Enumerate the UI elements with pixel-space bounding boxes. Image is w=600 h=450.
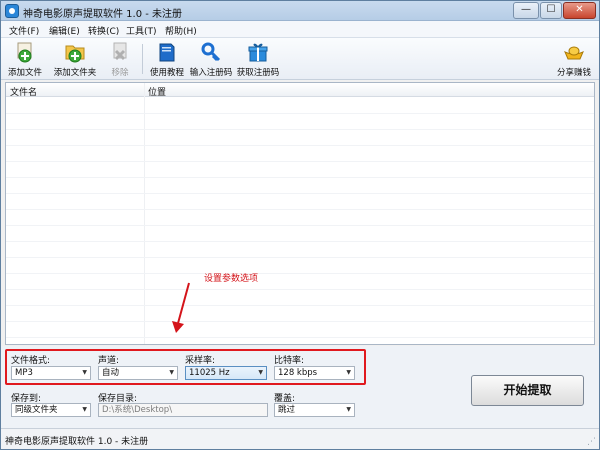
annotation-label: 设置参数选项 (204, 274, 259, 284)
row-divider (6, 321, 594, 322)
close-button[interactable]: ✕ (563, 2, 596, 19)
get-code-label: 获取注册码 (236, 68, 280, 78)
add-folder-icon (65, 45, 85, 63)
row-divider (6, 289, 594, 290)
status-bar: 神奇电影原声提取软件 1.0 - 未注册 ⋰ (1, 428, 599, 449)
add-folder-button[interactable]: 添加文件夹 (51, 41, 99, 78)
add-file-icon (17, 42, 32, 63)
row-divider (6, 177, 594, 178)
bitrate-label: 比特率: (274, 356, 305, 366)
menu-bar: 文件(F) 编辑(E) 转换(C) 工具(T) 帮助(H) (1, 21, 599, 38)
format-value: MP3 (15, 368, 33, 378)
window-title: 神奇电影原声提取软件 1.0 - 未注册 (23, 9, 183, 20)
save-dir-input[interactable]: D:\系统\Desktop\ (98, 403, 268, 417)
samplerate-select[interactable]: 11025 Hz ▼ (185, 366, 267, 380)
tutorial-button[interactable]: 使用教程 (147, 41, 187, 78)
app-logo-icon (5, 4, 19, 18)
get-code-button[interactable]: 获取注册码 (236, 41, 280, 78)
share-earn-label: 分享赚钱 (556, 68, 591, 78)
add-folder-label: 添加文件夹 (53, 68, 97, 78)
add-file-button[interactable]: 添加文件 (6, 41, 44, 78)
save-dir-value: D:\系统\Desktop\ (102, 405, 173, 415)
row-divider (6, 113, 594, 114)
samplerate-value: 11025 Hz (189, 368, 230, 378)
maximize-button[interactable]: ☐ (540, 2, 562, 19)
gold-ingot-icon (564, 46, 584, 60)
chevron-down-icon: ▼ (82, 406, 87, 413)
samplerate-label: 采样率: (185, 356, 216, 366)
chevron-down-icon: ▼ (82, 369, 87, 376)
column-filename[interactable]: 文件名 (10, 85, 37, 98)
menu-tools[interactable]: 工具(T) (126, 24, 157, 37)
remove-button[interactable]: 移除 (104, 41, 136, 78)
minimize-button[interactable]: — (513, 2, 539, 19)
bitrate-value: 128 kbps (278, 368, 318, 378)
format-label: 文件格式: (11, 356, 51, 366)
menu-file[interactable]: 文件(F) (9, 24, 39, 37)
gift-icon (248, 43, 268, 62)
toolbar: 添加文件 添加文件夹 移除 使用教程 输入注册码 获取注册码 分享赚钱 (1, 38, 599, 80)
menu-convert[interactable]: 转换(C) (88, 24, 119, 37)
settings-panel: 文件格式: MP3 ▼ 声道: 自动 ▼ 采样率: 11025 Hz ▼ 比特率… (1, 346, 599, 428)
channel-select[interactable]: 自动 ▼ (98, 366, 178, 380)
share-earn-button[interactable]: 分享赚钱 (555, 41, 593, 78)
start-extract-button[interactable]: 开始提取 (471, 375, 584, 406)
tutorial-label: 使用教程 (149, 68, 184, 78)
column-location[interactable]: 位置 (148, 85, 166, 98)
menu-help[interactable]: 帮助(H) (165, 24, 197, 37)
file-list[interactable]: 文件名 位置 (5, 82, 595, 345)
book-icon (159, 43, 175, 62)
annotation-arrow-icon (172, 282, 190, 333)
row-divider (6, 257, 594, 258)
row-divider (6, 241, 594, 242)
remove-icon (113, 42, 127, 61)
channel-label: 声道: (98, 356, 120, 366)
title-bar[interactable]: 神奇电影原声提取软件 1.0 - 未注册 — ☐ ✕ (1, 1, 599, 21)
row-divider (6, 305, 594, 306)
status-text: 神奇电影原声提取软件 1.0 - 未注册 (5, 437, 149, 447)
chevron-down-icon: ▼ (258, 369, 263, 376)
menu-edit[interactable]: 编辑(E) (49, 24, 80, 37)
overwrite-value: 跳过 (278, 405, 296, 415)
channel-value: 自动 (102, 368, 120, 378)
enter-code-button[interactable]: 输入注册码 (189, 41, 233, 78)
bitrate-select[interactable]: 128 kbps ▼ (274, 366, 355, 380)
row-divider (6, 337, 594, 338)
chevron-down-icon: ▼ (346, 406, 351, 413)
save-to-value: 同级文件夹 (15, 405, 58, 415)
save-to-select[interactable]: 同级文件夹 ▼ (11, 403, 91, 417)
chevron-down-icon: ▼ (346, 369, 351, 376)
row-divider (6, 129, 594, 130)
chevron-down-icon: ▼ (169, 369, 174, 376)
resize-grip-icon[interactable]: ⋰ (587, 437, 596, 447)
row-divider (6, 209, 594, 210)
row-divider (6, 225, 594, 226)
row-divider (6, 273, 594, 274)
row-divider (6, 193, 594, 194)
key-icon (201, 42, 221, 62)
remove-label: 移除 (111, 68, 129, 78)
row-divider (6, 145, 594, 146)
row-divider (6, 161, 594, 162)
app-window: 神奇电影原声提取软件 1.0 - 未注册 — ☐ ✕ 文件(F) 编辑(E) 转… (0, 0, 600, 450)
file-list-header: 文件名 位置 (6, 83, 594, 98)
enter-code-label: 输入注册码 (189, 68, 233, 78)
overwrite-select[interactable]: 跳过 ▼ (274, 403, 355, 417)
toolbar-separator (142, 44, 143, 74)
add-file-label: 添加文件 (7, 68, 42, 78)
format-select[interactable]: MP3 ▼ (11, 366, 91, 380)
